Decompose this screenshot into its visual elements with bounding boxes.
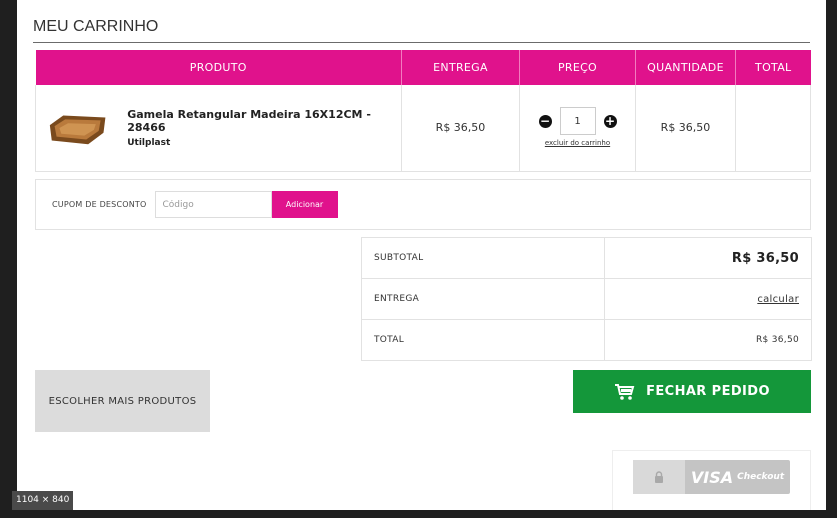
delivery-label: ENTREGA	[361, 278, 605, 320]
subtotal-label: SUBTOTAL	[361, 237, 605, 279]
visa-checkout-button[interactable]: VISA Checkout	[633, 460, 790, 494]
subtotal-value: R$ 36,50	[731, 250, 799, 266]
cart-page: MEU CARRINHO PRODUTO ENTREGA PREÇO QUANT…	[17, 0, 826, 510]
subtotal-row: SUBTOTAL R$ 36,50	[361, 237, 812, 279]
cart-table: PRODUTO ENTREGA PREÇO QUANTIDADE TOTAL G…	[35, 50, 811, 172]
delivery-row: ENTREGA calcular	[361, 278, 812, 320]
coupon-input[interactable]	[154, 191, 272, 218]
header-delivery: ENTREGA	[401, 50, 520, 85]
plus-circle-icon[interactable]: +	[603, 114, 617, 128]
table-row: Gamela Retangular Madeira 16X12CM - 2846…	[35, 85, 811, 172]
header-price: PREÇO	[519, 50, 636, 85]
checkout-label: FECHAR PEDIDO	[646, 384, 770, 399]
coupon-section: CUPOM DE DESCONTO Adicionar	[35, 179, 811, 230]
shopping-cart-icon	[615, 383, 635, 400]
total-cell	[735, 85, 811, 172]
quantity-cell: − + excluir do carrinho	[519, 85, 636, 172]
product-image[interactable]	[46, 107, 109, 149]
total-label: TOTAL	[361, 319, 605, 361]
cart-header-row: PRODUTO ENTREGA PREÇO QUANTIDADE TOTAL	[35, 50, 811, 85]
coupon-label: CUPOM DE DESCONTO	[52, 200, 147, 209]
header-quantity: QUANTIDADE	[635, 50, 736, 85]
minus-circle-icon[interactable]: −	[538, 114, 552, 128]
total-value: R$ 36,50	[604, 319, 812, 361]
header-product: PRODUTO	[35, 50, 402, 85]
remove-from-cart-link[interactable]: excluir do carrinho	[545, 139, 610, 147]
delivery-cell: R$ 36,50	[401, 85, 520, 172]
totals-table: SUBTOTAL R$ 36,50 ENTREGA calcular TOTAL…	[361, 237, 812, 361]
quantity-input[interactable]	[559, 107, 596, 136]
checkout-button[interactable]: FECHAR PEDIDO	[573, 370, 811, 413]
add-coupon-button[interactable]: Adicionar	[271, 191, 338, 218]
product-name[interactable]: Gamela Retangular Madeira 16X12CM - 2846…	[127, 108, 401, 134]
visa-logo: VISA	[690, 467, 734, 487]
price-cell: R$ 36,50	[635, 85, 736, 172]
page-title: MEU CARRINHO	[33, 18, 159, 35]
image-size-badge: 1104 × 840	[12, 491, 74, 510]
more-products-button[interactable]: ESCOLHER MAIS PRODUTOS	[35, 370, 210, 432]
visa-checkout-panel: VISA Checkout	[612, 450, 811, 510]
product-brand: Utilplast	[127, 137, 171, 148]
title-divider	[33, 42, 810, 43]
header-total: TOTAL	[735, 50, 811, 85]
lock-icon	[655, 471, 663, 483]
product-cell: Gamela Retangular Madeira 16X12CM - 2846…	[35, 85, 402, 172]
visa-checkout-text: Checkout	[737, 472, 785, 482]
total-row: TOTAL R$ 36,50	[361, 319, 812, 361]
calculate-shipping-link[interactable]: calcular	[757, 294, 799, 305]
